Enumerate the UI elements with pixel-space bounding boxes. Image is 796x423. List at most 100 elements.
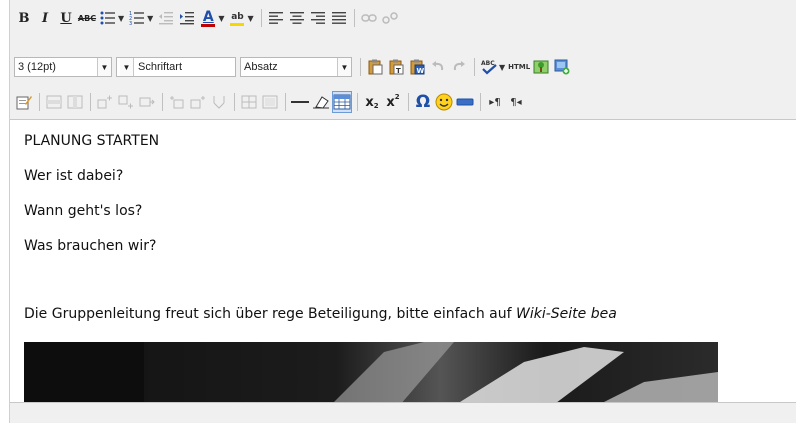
photo-content [24,342,718,402]
toolbar-separator [90,93,91,111]
font-color-swatch [201,23,216,27]
svg-text:3: 3 [129,21,132,25]
toolbar-row-selects: 3 (12pt) ▼ Schriftart ▼ Absatz ▼ T W ABC… [14,54,573,80]
svg-text:ABC: ABC [481,60,495,67]
embedded-photo[interactable] [24,342,718,402]
insert-row-icon[interactable] [44,91,64,113]
insert-column-icon[interactable] [65,91,85,113]
toolbar-separator [260,9,262,27]
align-center-icon[interactable] [287,7,307,29]
chevron-down-icon: ▼ [120,58,134,76]
paragraph-format-value: Absatz [244,61,278,73]
html-source-button[interactable]: HTML [508,56,530,78]
delete-col-icon[interactable] [209,91,229,113]
svg-text:W: W [417,67,425,75]
font-color-button[interactable]: A [198,7,218,29]
chevron-down-icon: ▼ [337,58,351,76]
content-line: Wer ist dabei? [24,168,124,184]
toolbar-separator [357,93,358,111]
bullet-list-dropdown-icon[interactable]: ▼ [118,14,124,23]
content-line: PLANUNG STARTEN [24,133,160,149]
bold-button[interactable]: B [14,7,34,29]
image-manager-icon[interactable] [552,56,572,78]
redo-icon[interactable] [449,56,469,78]
spellcheck-dropdown-icon[interactable]: ▼ [499,63,505,72]
insert-line-icon[interactable] [455,91,475,113]
subscript-letter: x [365,94,374,110]
row-after-icon[interactable] [116,91,136,113]
toolbar-separator [162,93,163,111]
highlight-swatch [230,22,245,26]
edit-css-icon[interactable] [14,91,34,113]
content-plain-text: Die Gruppenleitung freut sich über rege … [24,306,516,322]
editor-content-area[interactable]: PLANUNG STARTEN Wer ist dabei? Wann geht… [10,121,796,402]
bulleted-list-icon[interactable] [98,7,118,29]
font-size-select[interactable]: 3 (12pt) ▼ [14,57,112,77]
outdent-icon[interactable] [156,7,176,29]
col-after-icon[interactable] [188,91,208,113]
link-icon[interactable] [359,7,379,29]
svg-text:T: T [396,67,401,75]
spellcheck-icon[interactable]: ABC [479,56,499,78]
content-line: Die Gruppenleitung freut sich über rege … [24,306,617,322]
font-color-letter: A [202,8,214,25]
highlight-color-button[interactable]: ab [227,7,247,29]
content-line: Wann geht's los? [24,203,143,219]
highlight-dropdown-icon[interactable]: ▼ [247,14,253,23]
editor-toolbar: B I U ABC ▼ 123 ▼ A ▼ ab ▼ 3 (12pt) ▼ Sc… [10,0,796,120]
subscript-mark: 2 [373,102,379,110]
indent-icon[interactable] [177,7,197,29]
insert-table-icon[interactable] [332,91,352,113]
strikethrough-button[interactable]: ABC [77,7,97,29]
rich-text-editor: B I U ABC ▼ 123 ▼ A ▼ ab ▼ 3 (12pt) ▼ Sc… [9,0,796,423]
horizontal-rule-icon[interactable] [290,91,310,113]
numbered-list-icon[interactable]: 123 [127,7,147,29]
font-family-value: Schriftart [138,61,183,73]
font-size-value: 3 (12pt) [18,61,56,73]
paragraph-format-select[interactable]: Absatz ▼ [240,57,352,77]
paste-icon[interactable] [365,56,385,78]
numbered-list-dropdown-icon[interactable]: ▼ [147,14,153,23]
toolbar-separator [285,93,286,111]
ltr-direction-button[interactable]: ▸¶ [485,91,505,113]
toolbar-row-formatting: B I U ABC ▼ 123 ▼ A ▼ ab ▼ [14,5,401,31]
toolbar-separator [408,93,409,111]
paste-text-icon[interactable]: T [386,56,406,78]
superscript-mark: 2 [394,93,400,101]
font-family-select[interactable]: Schriftart ▼ [116,57,236,77]
toolbar-separator [234,93,235,111]
toolbar-separator [360,58,361,76]
chevron-down-icon: ▼ [97,58,111,76]
font-color-dropdown-icon[interactable]: ▼ [218,14,224,23]
remove-format-icon[interactable] [311,91,331,113]
delete-row-icon[interactable] [137,91,157,113]
italic-button[interactable]: I [35,7,55,29]
toolbar-separator [474,58,475,76]
split-cells-icon[interactable] [239,91,259,113]
align-justify-icon[interactable] [329,7,349,29]
rtl-direction-button[interactable]: ¶◂ [506,91,526,113]
underline-button[interactable]: U [56,7,76,29]
editor-statusbar [10,402,796,423]
special-char-button[interactable]: Ω [413,91,433,113]
undo-icon[interactable] [428,56,448,78]
insert-image-icon[interactable] [531,56,551,78]
align-left-icon[interactable] [266,7,286,29]
content-line: Was brauchen wir? [24,238,157,254]
toolbar-separator [353,9,355,27]
toolbar-separator [480,93,481,111]
merge-cells-icon[interactable] [260,91,280,113]
unlink-icon[interactable] [380,7,400,29]
superscript-letter: x [386,94,395,110]
subscript-button[interactable]: x2 [362,91,382,113]
toolbar-row-insert: x2 x2 Ω ▸¶ ¶◂ [14,89,527,115]
smiley-icon[interactable] [434,91,454,113]
toolbar-separator [39,93,40,111]
highlight-letters: ab [231,11,244,22]
superscript-button[interactable]: x2 [383,91,403,113]
paste-word-icon[interactable]: W [407,56,427,78]
align-right-icon[interactable] [308,7,328,29]
col-before-icon[interactable] [167,91,187,113]
content-italic-link[interactable]: Wiki-Seite bea [516,306,617,322]
row-before-icon[interactable] [95,91,115,113]
